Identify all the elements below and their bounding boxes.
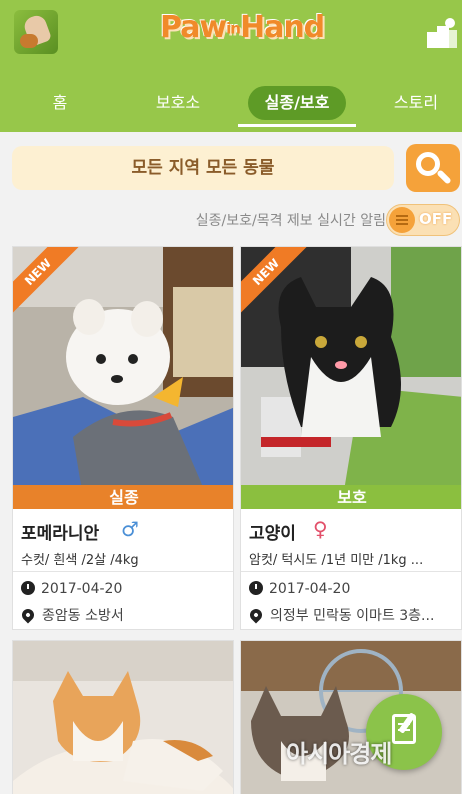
watermark: 아시아경제 xyxy=(286,740,392,768)
paw-icon xyxy=(20,34,38,48)
cat-photo xyxy=(241,247,461,509)
location-pin-icon xyxy=(19,606,37,624)
clock-icon xyxy=(249,581,263,595)
breed-name: 포메라니안 xyxy=(21,524,100,544)
pomeranian-photo xyxy=(13,247,233,509)
app-bar: PawinHand 홈 보호소 실종/보호 스토리 xyxy=(0,0,462,132)
male-icon: ♂ xyxy=(121,517,139,541)
pet-photo: NEW 보호 xyxy=(241,247,461,509)
status-label-protect: 보호 xyxy=(241,485,461,509)
tab-missing-protect[interactable]: 실종/보호 xyxy=(248,86,346,120)
menu-icon[interactable] xyxy=(14,10,58,54)
search-button[interactable] xyxy=(406,144,460,192)
location-text: 의정부 민락동 이마트 3층... xyxy=(270,608,435,624)
location-pin-icon xyxy=(247,606,265,624)
animal-card[interactable]: NEW 실종 포메라니안 ♂ 수컷/ 흰색 /2살 /4kg 2017-04-2… xyxy=(12,246,234,630)
clock-icon xyxy=(21,581,35,595)
app-logo: PawinHand xyxy=(160,10,325,50)
tab-home[interactable]: 홈 xyxy=(28,86,92,120)
logo-text-mid: in xyxy=(226,19,241,38)
animal-description: 수컷/ 흰색 /2살 /4kg xyxy=(21,553,139,568)
tab-bar: 홈 보호소 실종/보호 스토리 xyxy=(0,80,462,127)
logo-text-left: Paw xyxy=(160,10,227,45)
date-text: 2017-04-20 xyxy=(41,581,123,597)
location-row: 의정부 민락동 이마트 3층... xyxy=(247,605,435,625)
alert-toggle[interactable]: OFF xyxy=(386,204,460,236)
animal-description: 암컷/ 턱시도 /1년 미만 /1kg ... xyxy=(249,553,424,568)
animal-card[interactable] xyxy=(12,640,234,794)
status-label-missing: 실종 xyxy=(13,485,233,509)
toggle-state-label: OFF xyxy=(419,210,453,228)
cat-photo xyxy=(13,641,233,794)
date-row: 2017-04-20 xyxy=(21,581,122,597)
menu-lines-icon xyxy=(396,215,408,225)
divider xyxy=(241,571,461,572)
location-text: 종암동 소방서 xyxy=(42,608,124,624)
realtime-alert-label: 실종/보호/목격 제보 실시간 알림 xyxy=(195,213,386,229)
active-tab-indicator xyxy=(238,124,356,127)
tab-shelter[interactable]: 보호소 xyxy=(138,86,218,120)
divider xyxy=(13,571,233,572)
location-row: 종암동 소방서 xyxy=(19,605,124,625)
region-animal-filter[interactable]: 모든 지역 모든 동물 xyxy=(12,146,394,190)
tab-story[interactable]: 스토리 xyxy=(378,86,454,120)
female-icon: ♀ xyxy=(313,517,328,541)
date-row: 2017-04-20 xyxy=(249,581,350,597)
breed-name: 고양이 xyxy=(249,524,296,544)
date-text: 2017-04-20 xyxy=(269,581,351,597)
animal-card[interactable]: NEW 보호 고양이 ♀ 암컷/ 턱시도 /1년 미만 /1kg ... 201… xyxy=(240,246,462,630)
pet-photo: NEW 실종 xyxy=(13,247,233,509)
toggle-knob xyxy=(389,207,415,233)
logo-text-right: Hand xyxy=(239,10,325,45)
shelter-icon[interactable] xyxy=(425,18,459,52)
